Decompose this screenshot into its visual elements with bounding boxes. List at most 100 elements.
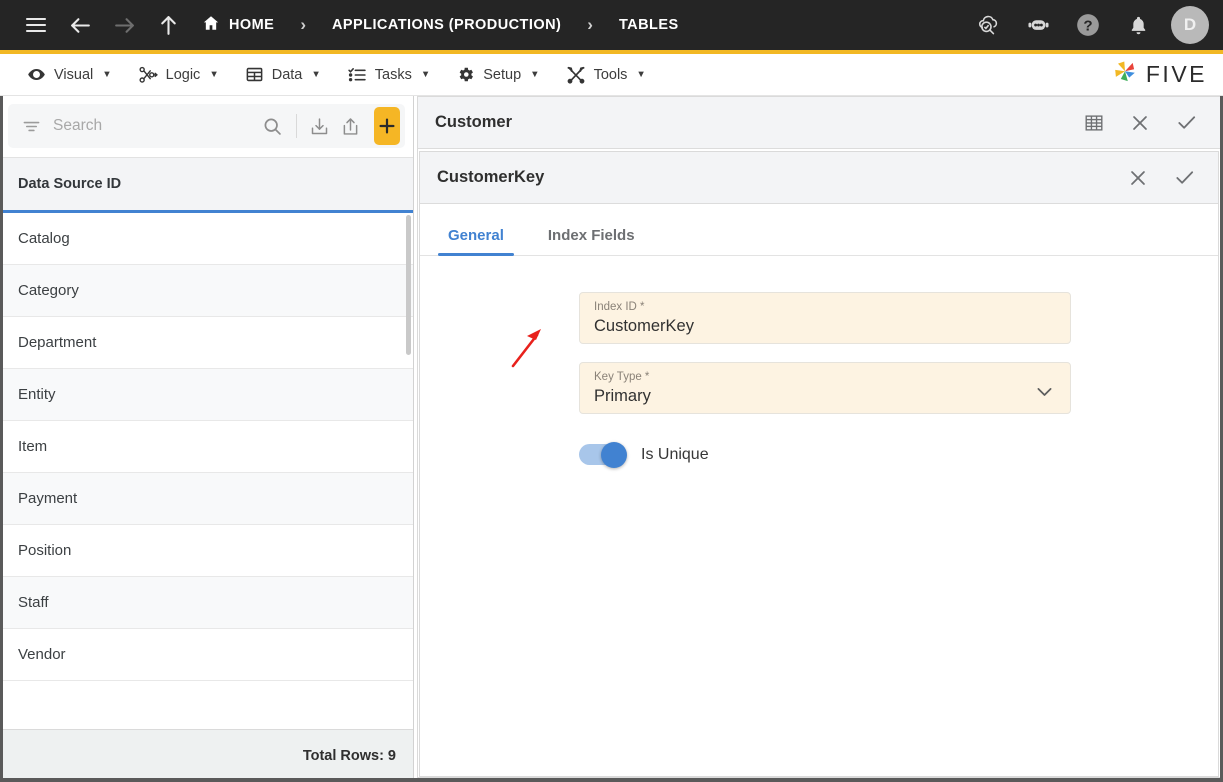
eye-icon bbox=[27, 65, 46, 84]
breadcrumb-label-home: HOME bbox=[229, 17, 275, 33]
list-item[interactable]: Staff bbox=[0, 577, 413, 629]
list-item[interactable]: Department bbox=[0, 317, 413, 369]
filter-icon[interactable] bbox=[18, 117, 45, 136]
window-frame-bottom bbox=[0, 778, 1223, 782]
index-id-label: Index ID * bbox=[594, 301, 645, 313]
menu-label-setup: Setup bbox=[483, 66, 522, 83]
tab-general[interactable]: General bbox=[438, 227, 514, 256]
chevron-down-icon: ▼ bbox=[530, 69, 540, 80]
row-label: Entity bbox=[18, 386, 56, 403]
grid-footer: Total Rows: 9 bbox=[0, 729, 413, 782]
row-label: Item bbox=[18, 438, 48, 455]
five-pinwheel-icon bbox=[1111, 58, 1139, 91]
menu-item-logic[interactable]: Logic ▼ bbox=[125, 54, 232, 96]
top-navigation-bar: HOME › APPLICATIONS (PRODUCTION) › TABLE… bbox=[0, 0, 1223, 50]
topbar-left-group: HOME › APPLICATIONS (PRODUCTION) › TABLE… bbox=[14, 3, 683, 47]
robot-chat-icon[interactable] bbox=[1015, 2, 1061, 48]
svg-text:?: ? bbox=[1083, 17, 1092, 34]
export-share-icon[interactable] bbox=[339, 109, 363, 143]
chevron-down-icon: ▼ bbox=[636, 69, 646, 80]
chevron-down-icon: ▼ bbox=[102, 69, 112, 80]
customerkey-record-card: CustomerKey General Index Fields Index I… bbox=[419, 151, 1219, 777]
row-label: Department bbox=[18, 334, 97, 351]
confirm-check-icon[interactable] bbox=[1164, 158, 1204, 198]
five-wordmark: FIVE bbox=[1145, 61, 1207, 87]
key-type-value: Primary bbox=[594, 387, 651, 405]
list-item-empty bbox=[0, 681, 413, 733]
index-id-field[interactable]: Index ID * CustomerKey bbox=[579, 292, 1071, 344]
checklist-icon bbox=[347, 65, 367, 85]
total-rows-label: Total Rows: 9 bbox=[302, 748, 396, 764]
menu-label-visual: Visual bbox=[54, 66, 94, 83]
row-label: Catalog bbox=[18, 230, 70, 247]
row-label: Payment bbox=[18, 490, 78, 507]
list-item[interactable]: Catalog bbox=[0, 213, 413, 265]
general-tab-form: Index ID * CustomerKey Key Type * Primar… bbox=[420, 256, 1218, 468]
menu-item-data[interactable]: Data ▼ bbox=[232, 54, 334, 96]
cloud-check-icon[interactable] bbox=[965, 2, 1011, 48]
menu-label-tasks: Tasks bbox=[374, 66, 412, 83]
tab-index-fields[interactable]: Index Fields bbox=[538, 227, 645, 255]
column-header-data-source-id: Data Source ID bbox=[18, 176, 122, 192]
hamburger-icon[interactable] bbox=[14, 3, 58, 47]
close-icon[interactable] bbox=[1118, 158, 1158, 198]
search-input[interactable] bbox=[53, 117, 253, 135]
list-item[interactable]: Position bbox=[0, 525, 413, 577]
list-item[interactable]: Category bbox=[0, 265, 413, 317]
flow-nodes-icon bbox=[138, 65, 158, 85]
breadcrumb-item-home[interactable]: HOME bbox=[198, 14, 278, 36]
grid-column-header[interactable]: Data Source ID bbox=[0, 157, 413, 213]
is-unique-toggle[interactable] bbox=[579, 441, 627, 468]
toolbar-divider bbox=[295, 114, 297, 138]
application-window: HOME › APPLICATIONS (PRODUCTION) › TABLE… bbox=[0, 0, 1223, 782]
data-source-rows: Catalog Category Department Entity Item … bbox=[0, 213, 413, 736]
menu-item-visual[interactable]: Visual ▼ bbox=[14, 54, 125, 96]
bell-icon[interactable] bbox=[1115, 2, 1161, 48]
record-tabs: General Index Fields bbox=[420, 204, 1218, 256]
breadcrumb-separator: › bbox=[587, 15, 593, 34]
list-item[interactable]: Entity bbox=[0, 369, 413, 421]
menu-label-data: Data bbox=[271, 66, 303, 83]
key-type-label: Key Type * bbox=[594, 371, 650, 383]
main-menu-bar: Visual ▼ Logic ▼ Data ▼ Tasks ▼ Setup ▼ … bbox=[0, 54, 1223, 96]
tab-label-general: General bbox=[448, 227, 504, 244]
arrow-up-icon[interactable] bbox=[146, 3, 190, 47]
table-grid-icon bbox=[245, 65, 264, 84]
breadcrumb-item-tables[interactable]: TABLES bbox=[615, 17, 683, 33]
list-item[interactable]: Item bbox=[0, 421, 413, 473]
menu-label-tools: Tools bbox=[593, 66, 628, 83]
menu-item-tasks[interactable]: Tasks ▼ bbox=[334, 54, 443, 96]
customer-title: Customer bbox=[435, 113, 513, 131]
help-icon[interactable]: ? bbox=[1065, 2, 1111, 48]
is-unique-label: Is Unique bbox=[641, 445, 709, 463]
menu-item-setup[interactable]: Setup ▼ bbox=[443, 54, 552, 96]
arrow-left-icon[interactable] bbox=[58, 3, 102, 47]
workspace: Data Source ID Catalog Category Departme… bbox=[0, 96, 1223, 782]
arrow-right-icon[interactable] bbox=[102, 3, 146, 47]
import-download-icon[interactable] bbox=[307, 109, 331, 143]
list-item[interactable]: Payment bbox=[0, 473, 413, 525]
toggle-knob bbox=[601, 441, 627, 468]
confirm-check-icon[interactable] bbox=[1166, 103, 1206, 143]
customerkey-title: CustomerKey bbox=[437, 168, 545, 186]
search-bar bbox=[8, 104, 405, 148]
gear-icon bbox=[456, 65, 475, 84]
breadcrumb-item-applications[interactable]: APPLICATIONS (PRODUCTION) bbox=[328, 17, 565, 33]
menu-item-tools[interactable]: Tools ▼ bbox=[553, 54, 659, 96]
table-view-icon[interactable] bbox=[1074, 103, 1114, 143]
add-record-button[interactable] bbox=[373, 107, 400, 145]
avatar[interactable]: D bbox=[1171, 6, 1209, 44]
breadcrumb-separator: › bbox=[300, 15, 306, 34]
vertical-scrollbar[interactable] bbox=[406, 215, 411, 355]
key-type-field[interactable]: Key Type * Primary bbox=[579, 362, 1071, 414]
five-brand-logo[interactable]: FIVE bbox=[1111, 58, 1207, 91]
breadcrumb-label-tables: TABLES bbox=[618, 17, 679, 33]
chevron-down-icon: ▼ bbox=[311, 69, 321, 80]
list-item[interactable]: Vendor bbox=[0, 629, 413, 681]
search-icon[interactable] bbox=[261, 109, 285, 143]
close-icon[interactable] bbox=[1120, 103, 1160, 143]
tab-label-index-fields: Index Fields bbox=[547, 227, 635, 244]
customer-header-bar: Customer bbox=[418, 97, 1220, 149]
chevron-down-icon[interactable] bbox=[1034, 381, 1055, 407]
data-source-list-panel: Data Source ID Catalog Category Departme… bbox=[0, 96, 414, 782]
